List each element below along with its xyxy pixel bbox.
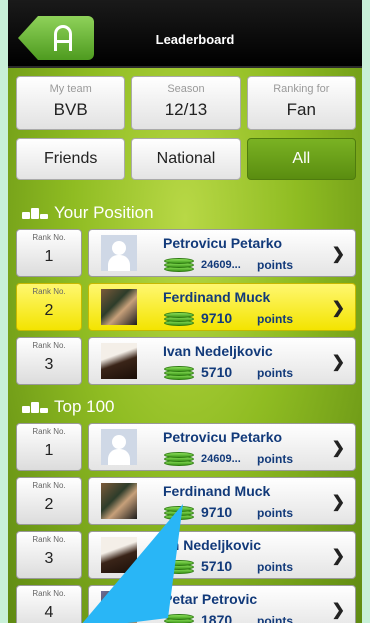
season-value: 12/13 [164,100,208,119]
avatar [101,235,137,271]
my-team-selector[interactable]: My team BVB [16,76,126,130]
coins-icon [164,506,194,520]
leaderboard-row[interactable]: Rank No. 2 Ferdinand Muck 9710 points ❯ [16,283,356,331]
rank-label: Rank No. [32,535,66,544]
rank-badge: Rank No. 3 [16,531,82,579]
rank-number: 2 [44,496,54,513]
player-points: 9710 [201,504,233,520]
points-label: points [257,506,293,520]
player-name: Ivan Nedeljkovic [163,343,273,359]
avatar [101,289,137,325]
leaderboard-row[interactable]: Rank No. 3 an Nedeljkovic 5710 points ❯ [16,531,356,579]
player-name: an Nedeljkovic [163,537,262,553]
page-title: Leaderboard [155,32,235,47]
avatar [101,483,137,519]
rank-badge: Rank No. 1 [16,229,82,277]
coins-icon [164,312,194,326]
chevron-right-icon: ❯ [331,548,345,565]
filter-panel: My team BVB Season 12/13 Ranking for Fan… [16,76,356,188]
points-label: points [257,258,293,272]
app-screen: Leaderboard My team BVB Season 12/13 Ran… [8,0,362,623]
player-card[interactable]: Petrovicu Petarko 24609... points ❯ [88,423,356,471]
rank-badge: Rank No. 3 [16,337,82,385]
player-card[interactable]: Ferdinand Muck 9710 points ❯ [88,477,356,525]
ranking-for-value: Fan [286,100,316,119]
tab-friends[interactable]: Friends [16,138,126,180]
player-name: Petrovicu Petarko [163,429,283,445]
player-name: Ferdinand Muck [163,483,271,499]
tab-all[interactable]: All [246,138,356,180]
top-bar: Leaderboard [8,0,362,68]
rank-label: Rank No. [32,481,66,490]
rank-number: 1 [44,248,54,265]
podium-icon [22,207,48,219]
rank-badge: Rank No. 4 [16,585,82,623]
rank-number: 4 [44,604,54,621]
avatar [101,343,137,379]
player-points: 24609... [201,259,241,271]
player-name: Ferdinand Muck [163,289,271,305]
coins-icon [164,614,194,623]
rank-number: 3 [44,356,54,373]
coins-icon [164,258,194,272]
player-name: Petrovicu Petarko [163,235,283,251]
chevron-right-icon: ❯ [331,354,345,371]
player-points: 1870 [201,612,233,623]
your-position-heading: Your Position [22,203,154,223]
avatar [101,591,137,623]
chevron-right-icon: ❯ [331,602,345,619]
season-label: Season [167,83,205,95]
podium-icon [22,401,48,413]
leaderboard-row[interactable]: Rank No. 2 Ferdinand Muck 9710 points ❯ [16,477,356,525]
coins-icon [164,560,194,574]
avatar [101,429,137,465]
chevron-right-icon: ❯ [331,246,345,263]
chevron-right-icon: ❯ [331,494,345,511]
ranking-for-selector[interactable]: Ranking for Fan [246,76,356,130]
top100-title: Top 100 [54,397,115,416]
player-points: 5710 [201,558,233,574]
points-label: points [257,312,293,326]
player-name: Petar Petrovic [163,591,258,607]
coins-icon [164,366,194,380]
rank-badge: Rank No. 2 [16,283,82,331]
player-card[interactable]: Petrovicu Petarko 24609... points ❯ [88,229,356,277]
avatar [101,537,137,573]
ranking-for-label: Ranking for [273,83,330,95]
rank-label: Rank No. [32,233,66,242]
points-label: points [257,560,293,574]
rank-label: Rank No. [32,287,66,296]
your-position-title: Your Position [54,203,154,222]
player-card[interactable]: Ferdinand Muck 9710 points ❯ [88,283,356,331]
rank-number: 3 [44,550,54,567]
player-card[interactable]: Petar Petrovic 1870 points ❯ [88,585,356,623]
my-team-value: BVB [53,100,88,119]
rank-label: Rank No. [32,427,66,436]
player-points: 5710 [201,364,233,380]
chevron-right-icon: ❯ [331,300,345,317]
tab-national[interactable]: National [131,138,241,180]
points-label: points [257,452,293,466]
rank-label: Rank No. [32,589,66,598]
my-team-label: My team [49,83,92,95]
player-card[interactable]: Ivan Nedeljkovic 5710 points ❯ [88,337,356,385]
points-label: points [257,366,293,380]
rank-number: 1 [44,442,54,459]
chevron-right-icon: ❯ [331,440,345,457]
player-points: 24609... [201,453,241,465]
leaderboard-row[interactable]: Rank No. 1 Petrovicu Petarko 24609... points… [16,229,356,277]
leaderboard-row[interactable]: Rank No. 3 Ivan Nedeljkovic 5710 points ❯ [16,337,356,385]
top100-heading: Top 100 [22,397,115,417]
rank-badge: Rank No. 1 [16,423,82,471]
rank-number: 2 [44,302,54,319]
player-points: 9710 [201,310,233,326]
coins-icon [164,452,194,466]
player-card[interactable]: an Nedeljkovic 5710 points ❯ [88,531,356,579]
season-selector[interactable]: Season 12/13 [131,76,241,130]
points-label: points [257,614,293,623]
leaderboard-row[interactable]: Rank No. 4 Petar Petrovic 1870 points ❯ [16,585,356,623]
rank-label: Rank No. [32,341,66,350]
rank-badge: Rank No. 2 [16,477,82,525]
leaderboard-row[interactable]: Rank No. 1 Petrovicu Petarko 24609... points… [16,423,356,471]
